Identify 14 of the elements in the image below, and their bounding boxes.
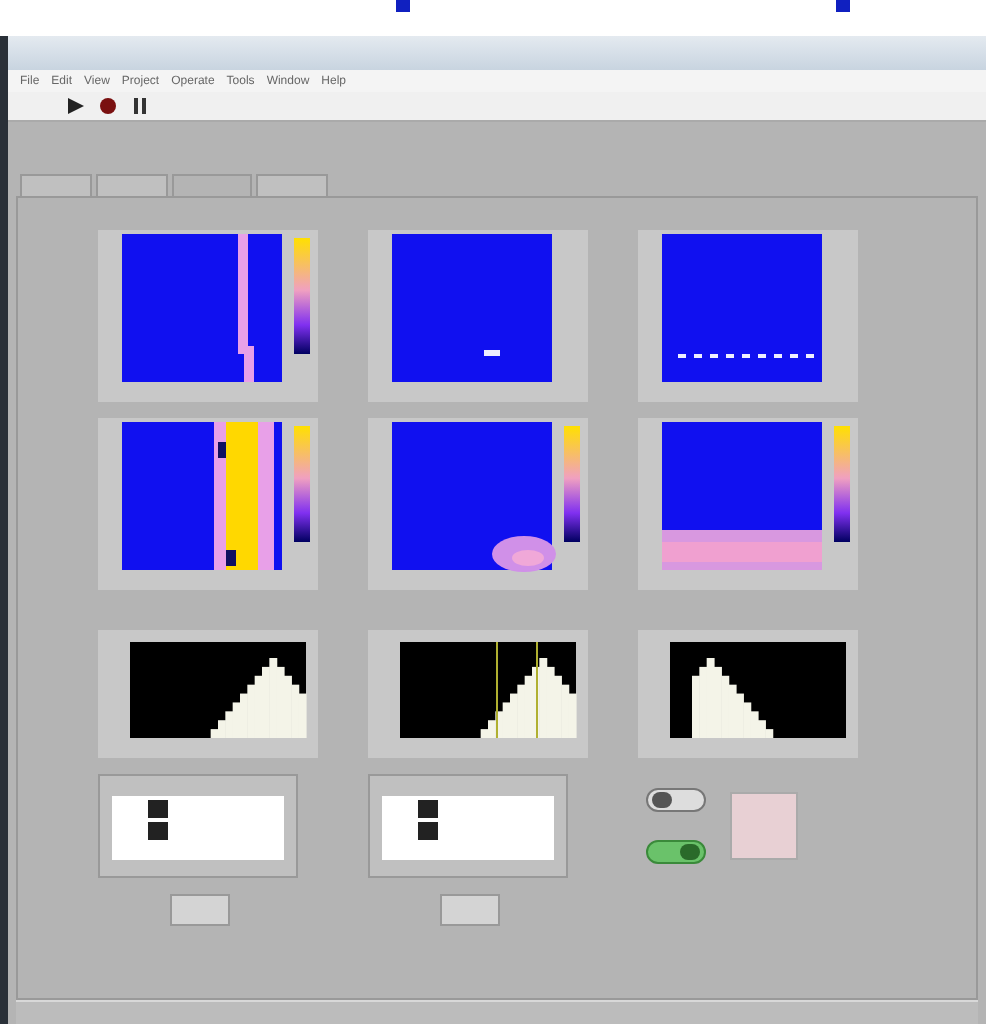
tab[interactable] (20, 174, 92, 196)
stop-icon[interactable] (96, 94, 120, 118)
marker-icon (836, 0, 850, 12)
toggle-switch[interactable] (646, 788, 706, 812)
run-arrow-icon[interactable] (64, 94, 88, 118)
toggle-switch[interactable] (646, 840, 706, 864)
small-button[interactable] (440, 894, 500, 926)
tab[interactable] (96, 174, 168, 196)
pause-icon[interactable] (128, 94, 152, 118)
small-button[interactable] (170, 894, 230, 926)
push-button[interactable] (730, 792, 798, 860)
tab[interactable] (256, 174, 328, 196)
tab[interactable] (172, 174, 252, 196)
marker-icon (396, 0, 410, 12)
